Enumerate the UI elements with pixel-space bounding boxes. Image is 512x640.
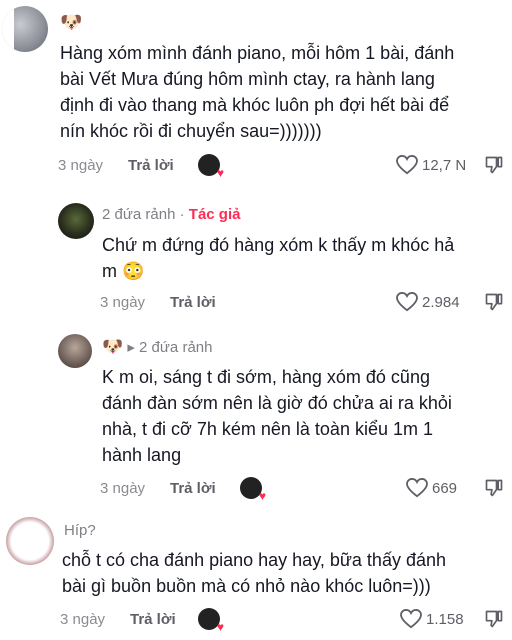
thumbs-down-icon[interactable]: [484, 155, 504, 175]
commenter-avatar[interactable]: [2, 6, 48, 52]
author-name[interactable]: 2 đứa rảnh: [102, 206, 175, 223]
like-count: 1.158: [426, 611, 464, 628]
comment-time: 3 ngày: [100, 294, 146, 311]
comment-text: chỗ t có cha đánh piano hay hay, bữa thấ…: [62, 550, 446, 596]
reply-button[interactable]: Trả lời: [170, 294, 216, 311]
reply-button[interactable]: Trả lời: [130, 611, 176, 628]
author-name-row: 2 đứa rảnh · Tác giả: [102, 206, 240, 223]
commenter-avatar[interactable]: [6, 517, 54, 565]
comment-time: 3 ngày: [58, 157, 104, 174]
commenter-name-emoji[interactable]: 🐶: [102, 337, 123, 356]
commenter-name-emoji[interactable]: 🐶: [60, 12, 82, 33]
reply-header: 🐶 ▸ 2 đứa rảnh: [102, 337, 212, 357]
reply-to-name[interactable]: ▸ 2 đứa rảnh: [127, 339, 212, 356]
comment-time: 3 ngày: [100, 480, 146, 497]
creator-liked-avatar-icon: [198, 608, 224, 634]
commenter-avatar[interactable]: [58, 334, 92, 368]
like-count: 2.984: [422, 294, 460, 311]
heart-outline-icon[interactable]: [400, 609, 422, 629]
thumbs-down-icon[interactable]: [484, 292, 504, 312]
commenter-name[interactable]: Híp?: [64, 522, 96, 539]
heart-outline-icon[interactable]: [406, 478, 428, 498]
name-separator: ·: [179, 206, 185, 223]
creator-liked-avatar-icon: [240, 477, 266, 503]
creator-liked-avatar-icon: [198, 154, 224, 180]
author-avatar[interactable]: [58, 203, 94, 239]
comment-text: K m oi, sáng t đi sớm, hàng xóm đó cũng …: [102, 367, 452, 465]
thumbs-down-icon[interactable]: [484, 478, 504, 498]
heart-outline-icon[interactable]: [396, 292, 418, 312]
comment-text: Hàng xóm mình đánh piano, mỗi hôm 1 bài,…: [60, 43, 455, 141]
author-tag-badge: Tác giả: [188, 206, 241, 223]
heart-outline-icon[interactable]: [396, 155, 418, 175]
like-count: 12,7 N: [422, 157, 467, 174]
thumbs-down-icon[interactable]: [484, 609, 504, 629]
comment-text: Chứ m đứng đó hàng xóm k thấy m khóc hả …: [102, 235, 455, 281]
comment-time: 3 ngày: [60, 611, 106, 628]
like-count: 669: [432, 480, 458, 497]
reply-button[interactable]: Trả lời: [170, 480, 216, 497]
reply-button[interactable]: Trả lời: [128, 157, 174, 174]
